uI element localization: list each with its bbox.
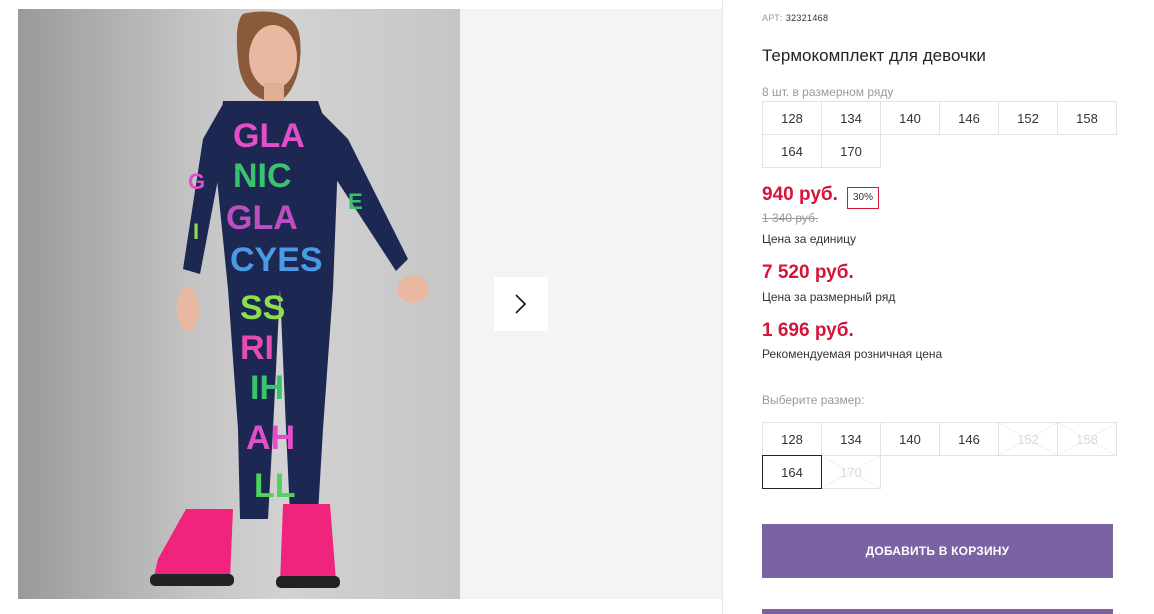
article-label: АРТ: bbox=[762, 13, 783, 23]
size-option[interactable]: 146 bbox=[939, 422, 999, 456]
product-title: Термокомплект для девочки bbox=[762, 46, 986, 65]
size-option[interactable]: 134 bbox=[821, 422, 881, 456]
svg-text:G: G bbox=[188, 169, 205, 194]
column-divider bbox=[722, 0, 723, 614]
svg-text:GLA: GLA bbox=[226, 199, 298, 237]
pack-size-cell: 170 bbox=[821, 134, 881, 168]
svg-text:IH: IH bbox=[250, 369, 284, 407]
svg-text:RI: RI bbox=[240, 329, 274, 367]
pack-price-label: Цена за размерный ряд bbox=[762, 290, 896, 304]
chevron-right-icon bbox=[515, 294, 527, 314]
size-option-unavailable: 170 bbox=[821, 455, 881, 489]
unit-price: 940 руб. bbox=[762, 184, 838, 205]
size-selector: 128 134 140 146 152 158 164 170 bbox=[762, 422, 1117, 489]
discount-badge: 30% bbox=[847, 187, 880, 209]
gallery-next-button[interactable] bbox=[494, 277, 548, 331]
product-info-panel: АРТ: 32321468 Термокомплект для девочки 8… bbox=[762, 0, 1122, 614]
pack-size-cell: 128 bbox=[762, 101, 822, 135]
add-to-cart-button[interactable]: ДОБАВИТЬ В КОРЗИНУ bbox=[762, 524, 1113, 578]
article-number: АРТ: 32321468 bbox=[762, 13, 828, 23]
pack-size-cell: 146 bbox=[939, 101, 999, 135]
pack-size-cell: 164 bbox=[762, 134, 822, 168]
size-option[interactable]: 128 bbox=[762, 422, 822, 456]
svg-text:CYES: CYES bbox=[230, 241, 323, 279]
retail-price-label: Рекомендуемая розничная цена bbox=[762, 347, 943, 361]
svg-text:NIC: NIC bbox=[233, 157, 292, 195]
size-option-selected[interactable]: 164 bbox=[762, 455, 822, 489]
svg-text:I: I bbox=[193, 219, 199, 244]
svg-text:SS: SS bbox=[240, 289, 285, 327]
secondary-button[interactable] bbox=[762, 609, 1113, 614]
size-option-unavailable: 158 bbox=[1057, 422, 1117, 456]
pack-size-cell: 158 bbox=[1057, 101, 1117, 135]
product-photo[interactable]: GLA NIC GLA CYES SS RI IH AH LL G E I bbox=[18, 9, 460, 599]
pack-size-grid: 128 134 140 146 152 158 164 170 bbox=[762, 101, 1117, 168]
product-gallery: GLA NIC GLA CYES SS RI IH AH LL G E I bbox=[0, 0, 722, 614]
article-value: 32321468 bbox=[785, 13, 829, 23]
unit-price-label: Цена за единицу bbox=[762, 232, 857, 246]
svg-text:E: E bbox=[348, 189, 363, 214]
svg-text:AH: AH bbox=[246, 419, 295, 457]
pack-size-cell: 152 bbox=[998, 101, 1058, 135]
pack-size-cell: 134 bbox=[821, 101, 881, 135]
old-price: 1 340 руб. bbox=[762, 211, 819, 225]
svg-text:GLA: GLA bbox=[233, 117, 305, 155]
pack-size-cell: 140 bbox=[880, 101, 940, 135]
size-option[interactable]: 140 bbox=[880, 422, 940, 456]
size-option-unavailable: 152 bbox=[998, 422, 1058, 456]
pack-price: 7 520 руб. bbox=[762, 262, 854, 283]
product-photo-illustration: GLA NIC GLA CYES SS RI IH AH LL G E I bbox=[150, 11, 429, 588]
retail-price: 1 696 руб. bbox=[762, 320, 854, 341]
pack-note: 8 шт. в размерном ряду bbox=[762, 85, 894, 99]
svg-text:LL: LL bbox=[254, 467, 296, 505]
choose-size-label: Выберите размер: bbox=[762, 393, 865, 407]
